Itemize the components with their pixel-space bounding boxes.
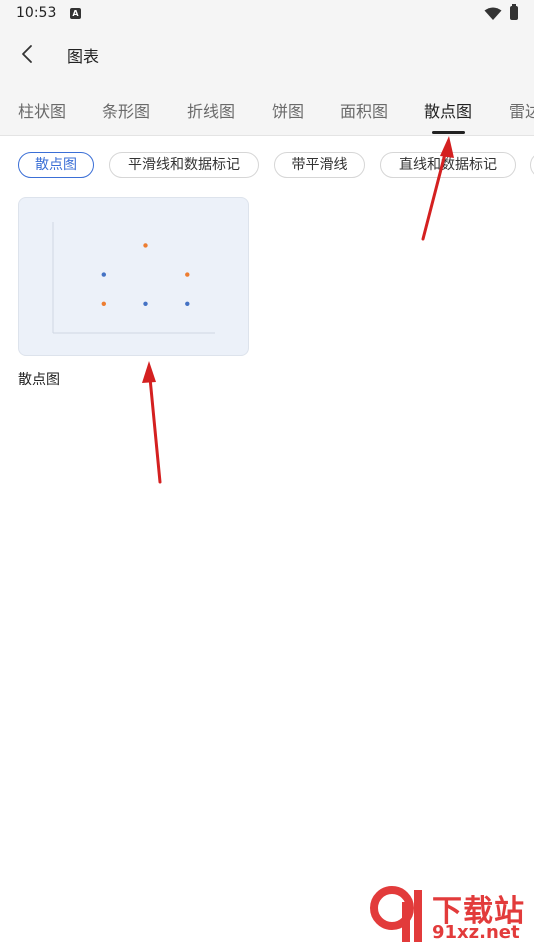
chip-straight-line-markers[interactable]: 直线和数据标记: [380, 152, 516, 178]
status-bar: 10:53 A: [0, 0, 534, 28]
scatter-point-s1-2: [185, 272, 190, 277]
watermark-logo-icon: [370, 886, 422, 942]
notification-app-icon: A: [70, 8, 81, 19]
active-tab-indicator: [432, 131, 465, 134]
tab-line-chart[interactable]: 折线图: [187, 98, 235, 122]
card-label: 散点图: [18, 372, 60, 388]
chip-more-partial[interactable]: [530, 152, 534, 178]
subtype-chip-row: 散点图 平滑线和数据标记 带平滑线 直线和数据标记: [0, 136, 534, 194]
app-header: 图表: [0, 28, 534, 80]
tab-area-chart[interactable]: 面积图: [340, 98, 388, 122]
chip-smooth-line[interactable]: 带平滑线: [274, 152, 365, 178]
status-time: 10:53: [16, 5, 57, 21]
back-arrow-icon[interactable]: [14, 40, 42, 68]
scatter-point-s1-0: [101, 301, 107, 306]
watermark-url: 91xz.net: [432, 922, 520, 943]
tab-radar-chart[interactable]: 雷达: [509, 98, 534, 122]
scatter-chart-card[interactable]: [18, 197, 249, 356]
scatter-chart-preview: [52, 222, 215, 334]
tab-horizontal-bar-chart[interactable]: 条形图: [102, 98, 150, 122]
site-watermark: 下载站 91xz.net: [366, 884, 534, 950]
page-title: 图表: [67, 47, 100, 66]
wifi-icon: [484, 7, 502, 20]
battery-icon: [510, 4, 518, 20]
scatter-point-s0-1: [143, 301, 148, 306]
chip-smooth-line-markers[interactable]: 平滑线和数据标记: [109, 152, 259, 178]
tab-pie-chart[interactable]: 饼图: [272, 98, 304, 122]
scatter-point-s0-2: [185, 301, 190, 306]
chip-scatter[interactable]: 散点图: [18, 152, 94, 178]
scatter-point-s0-0: [101, 272, 107, 277]
tab-bar-chart[interactable]: 柱状图: [18, 98, 66, 122]
chart-type-tab-bar: 柱状图 条形图 折线图 饼图 面积图 散点图 雷达: [0, 80, 534, 136]
tab-scatter-chart[interactable]: 散点图: [424, 98, 472, 122]
scatter-point-s1-1: [143, 243, 148, 248]
